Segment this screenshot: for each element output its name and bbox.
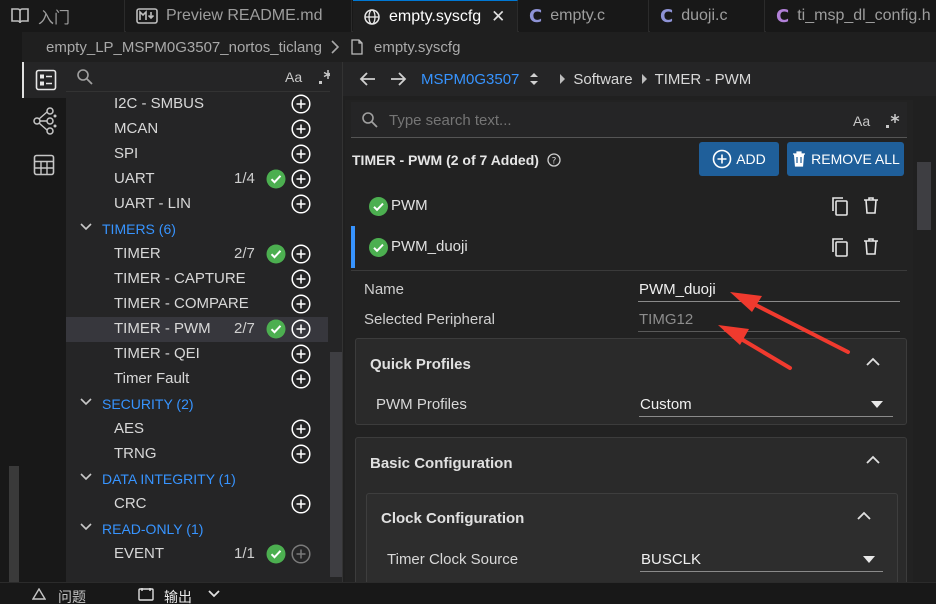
tab-problems[interactable]: 问题 [58, 587, 86, 604]
bottom-panel-bar: 问题 输出 [0, 582, 936, 604]
annotation-arrows [718, 292, 850, 370]
warning-icon [32, 588, 46, 600]
output-icon [138, 587, 154, 601]
arrow-annotation [718, 325, 792, 370]
tab-output[interactable]: 输出 [164, 587, 192, 604]
chevron-down-icon[interactable] [208, 590, 220, 598]
